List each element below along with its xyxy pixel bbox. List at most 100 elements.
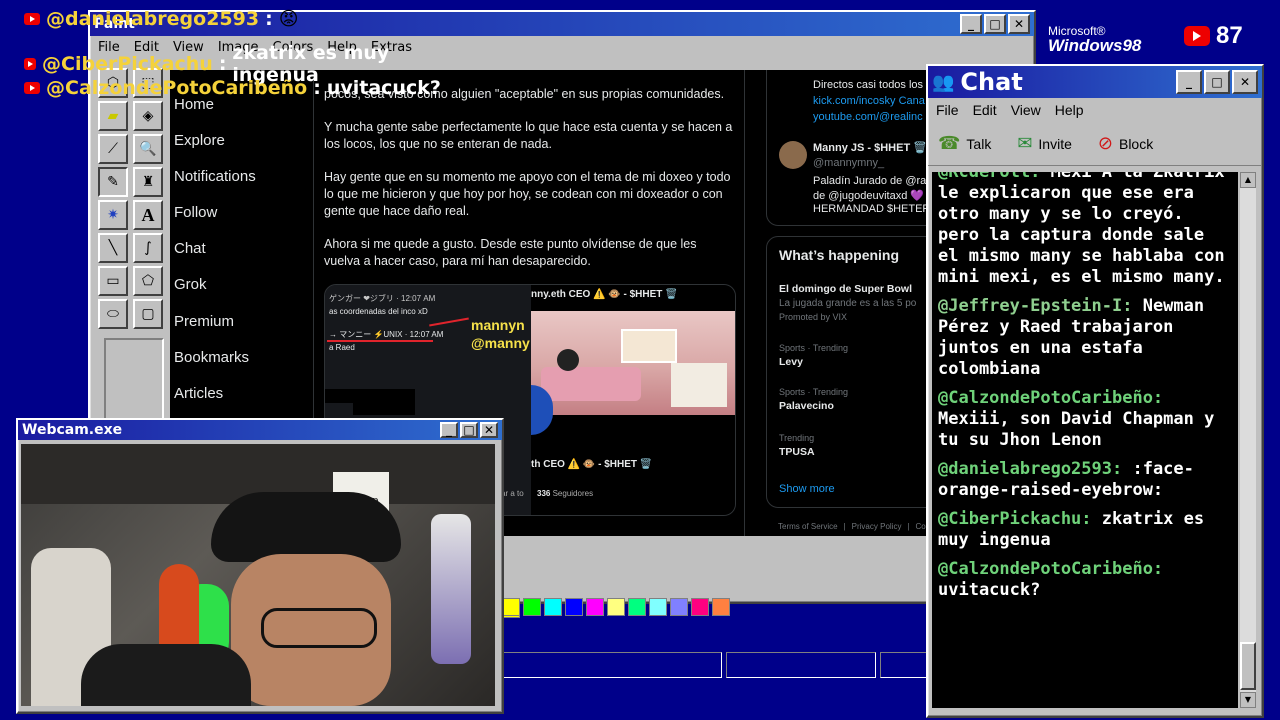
brush-tool[interactable]: ♜ — [133, 167, 163, 197]
embed-right-header: nny.eth CEO ⚠️ 🐵 - $HHET 🗑️ — [531, 289, 678, 300]
minimize-button[interactable]: _ — [1176, 70, 1202, 94]
chat-message: @CalzondePotoCaribeño: Mexiii, son David… — [938, 388, 1234, 451]
chat-title: Chat — [960, 68, 1023, 96]
show-more-link[interactable]: Show more — [779, 483, 835, 495]
overlay-chat: @danielabrego2593 : 😡 @CiberPickachu : z… — [0, 0, 441, 110]
chat-menu-view[interactable]: View — [1011, 102, 1041, 118]
palette-cyan[interactable] — [544, 598, 562, 616]
polygon-tool[interactable]: ⬠ — [133, 266, 163, 296]
color-picker-tool[interactable]: ⟋ — [98, 134, 128, 164]
chat-menu-help[interactable]: Help — [1055, 102, 1084, 118]
text-tool[interactable]: A — [133, 200, 163, 230]
maximize-button[interactable]: □ — [460, 422, 478, 438]
nav-explore[interactable]: Explore — [174, 132, 225, 149]
footer-cookie-link[interactable]: Co — [916, 522, 926, 531]
overlay-sep: : — [265, 8, 273, 30]
trend-title: Palavecino — [779, 400, 834, 412]
trend-item[interactable]: Sports · Trending Levy — [779, 343, 848, 368]
scroll-down-arrow[interactable]: ▼ — [1240, 692, 1256, 708]
chat-menu-bar: File Edit View Help — [928, 98, 1262, 122]
status-cell — [880, 652, 928, 678]
palette-magenta[interactable] — [586, 598, 604, 616]
youtube-icon — [24, 82, 40, 94]
followers-label: Seguidores — [552, 489, 594, 498]
tool-options[interactable] — [104, 338, 164, 422]
pencil-tool[interactable]: ✎ — [98, 167, 128, 197]
user-card-bio: HERMANDAD $HETERS — [813, 203, 926, 215]
sidebar-bio-link[interactable]: kick.com/incosky Cana — [813, 95, 925, 107]
palette-blue[interactable] — [565, 598, 583, 616]
chat-username: @danielabrego2593: — [938, 459, 1123, 479]
trend-item[interactable]: Sports · Trending Palavecino — [779, 387, 848, 412]
palette-green[interactable] — [523, 598, 541, 616]
viewer-counter: 87 — [1184, 22, 1243, 50]
webcam-title-bar[interactable]: Webcam.exe _ □ ✕ — [18, 420, 502, 440]
chat-text: uvitacuck? — [938, 580, 1041, 600]
overlay-user: @CalzondePotoCaribeño — [46, 77, 308, 99]
redaction-block — [325, 389, 415, 403]
viewer-count: 87 — [1216, 22, 1243, 49]
talk-button[interactable]: ☎ Talk — [938, 133, 991, 154]
name-overlay-1: mannyn — [471, 317, 525, 333]
nav-premium[interactable]: Premium — [174, 313, 234, 330]
nav-bookmarks[interactable]: Bookmarks — [174, 349, 249, 366]
chat-window: 👥 Chat _ □ ✕ File Edit View Help ☎ Talk … — [926, 64, 1264, 718]
trend-label: Sports · Trending — [779, 343, 849, 353]
footer-sep: | — [907, 522, 910, 531]
magnifier-tool[interactable]: 🔍 — [133, 134, 163, 164]
palette-orange[interactable] — [712, 598, 730, 616]
footer-sep: | — [843, 522, 846, 531]
chat-title-bar[interactable]: 👥 Chat _ □ ✕ — [928, 66, 1262, 98]
scroll-up-arrow[interactable]: ▲ — [1240, 172, 1256, 188]
invite-icon: ✉ — [1017, 133, 1033, 153]
user-card-name[interactable]: Manny JS - $HHET 🗑️ — [813, 141, 926, 154]
chat-menu-edit[interactable]: Edit — [973, 102, 997, 118]
chat-text: Mexi A la Zkatrix le explicaron que ese … — [938, 172, 1225, 287]
maximize-button[interactable]: □ — [1204, 70, 1230, 94]
overlay-text: 😡 — [278, 8, 299, 30]
users-icon: 👥 — [932, 71, 955, 93]
footer-terms-link[interactable]: Terms of Service — [778, 522, 838, 531]
palette-periwinkle[interactable] — [670, 598, 688, 616]
chat-username: @CalzondePotoCaribeño: — [938, 559, 1164, 579]
nav-notifications[interactable]: Notifications — [174, 168, 256, 185]
close-button[interactable]: ✕ — [1008, 14, 1030, 34]
followers: 336 Seguidores — [537, 489, 593, 498]
invite-button[interactable]: ✉ Invite — [1017, 133, 1072, 154]
trend-item[interactable]: El domingo de Super Bowl La jugada grand… — [779, 283, 916, 322]
footer-privacy-link[interactable]: Privacy Policy — [852, 522, 902, 531]
nav-grok[interactable]: Grok — [174, 276, 207, 293]
palette-pink[interactable] — [691, 598, 709, 616]
minimize-button[interactable]: _ — [440, 422, 458, 438]
chat-scrollbar[interactable]: ▲ ▼ — [1240, 172, 1256, 708]
chat-menu-file[interactable]: File — [936, 102, 959, 118]
airbrush-tool[interactable]: ✷ — [98, 200, 128, 230]
nav-follow[interactable]: Follow — [174, 204, 217, 221]
chat-username: @CalzondePotoCaribeño: — [938, 388, 1164, 408]
chat-messages: @Rcderoll: Mexi A la Zkatrix le explicar… — [932, 172, 1238, 708]
maximize-button[interactable]: □ — [984, 14, 1006, 34]
nav-articles[interactable]: Articles — [174, 385, 223, 402]
status-cell — [726, 652, 876, 678]
overlay-line: @CalzondePotoCaribeño : uvitacuck? — [24, 77, 441, 99]
sidebar-bio-link[interactable]: youtube.com/@realinc — [813, 111, 923, 123]
trend-item[interactable]: Trending TPUSA — [779, 433, 815, 458]
chat-toolbar: ☎ Talk ✉ Invite ⊘ Block — [928, 122, 1262, 166]
palette-light-yellow[interactable] — [607, 598, 625, 616]
palette-spring-green[interactable] — [628, 598, 646, 616]
rounded-rect-tool[interactable]: ▢ — [133, 299, 163, 329]
scroll-thumb[interactable] — [1240, 642, 1256, 690]
palette-light-cyan[interactable] — [649, 598, 667, 616]
curve-tool[interactable]: ∫ — [133, 233, 163, 263]
minimize-button[interactable]: _ — [960, 14, 982, 34]
ellipse-tool[interactable]: ⬭ — [98, 299, 128, 329]
embed-right-footer-follow: ar a to — [501, 489, 524, 498]
line-tool[interactable]: ╲ — [98, 233, 128, 263]
rectangle-tool[interactable]: ▭ — [98, 266, 128, 296]
close-button[interactable]: ✕ — [480, 422, 498, 438]
red-arrow — [429, 317, 469, 327]
close-button[interactable]: ✕ — [1232, 70, 1258, 94]
nav-chat[interactable]: Chat — [174, 240, 206, 257]
block-button[interactable]: ⊘ Block — [1098, 133, 1153, 154]
palette-yellow[interactable] — [502, 598, 520, 616]
